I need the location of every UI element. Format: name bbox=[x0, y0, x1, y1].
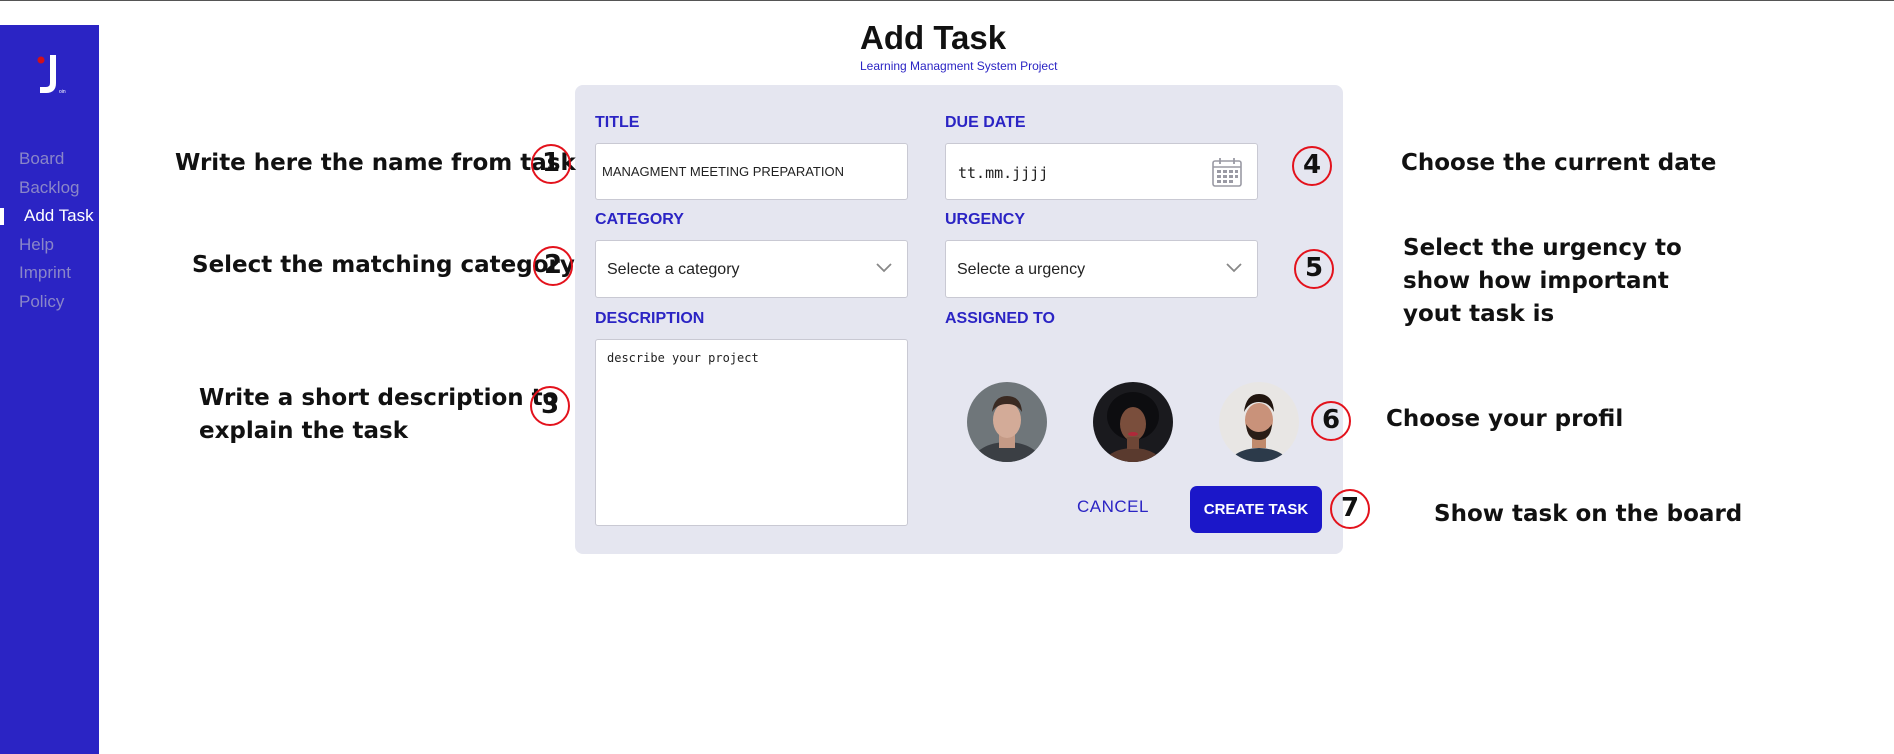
chevron-down-icon bbox=[1226, 263, 1242, 273]
sidebar-item-add-task[interactable]: Add Task bbox=[0, 202, 99, 231]
chevron-down-icon bbox=[876, 263, 892, 273]
annotation-5-line-1: Select the urgency to bbox=[1403, 235, 1682, 261]
description-textarea[interactable]: describe your project bbox=[595, 339, 908, 526]
sidebar-item-imprint[interactable]: Imprint bbox=[0, 259, 99, 288]
category-select[interactable]: Selecte a category bbox=[595, 240, 908, 298]
annotation-2-text: Select the matching category bbox=[192, 252, 575, 278]
annotation-3-line-1: Write a short description to bbox=[199, 385, 559, 411]
annotation-4-text: Choose the current date bbox=[1401, 150, 1717, 176]
calendar-icon[interactable] bbox=[1211, 156, 1243, 188]
cancel-button[interactable]: CANCEL bbox=[1077, 497, 1149, 517]
title-input-value: MANAGMENT MEETING PREPARATION bbox=[602, 164, 844, 179]
category-select-value: Selecte a category bbox=[607, 261, 740, 278]
annotation-6-text: Choose your profil bbox=[1386, 406, 1624, 432]
description-placeholder: describe your project bbox=[607, 351, 759, 365]
annotation-7-marker: 7 bbox=[1330, 489, 1370, 529]
avatar-user-3[interactable] bbox=[1219, 382, 1299, 462]
description-label: DESCRIPTION bbox=[595, 310, 705, 327]
avatar-user-1[interactable] bbox=[967, 382, 1047, 462]
urgency-select-value: Selecte a urgency bbox=[957, 261, 1086, 278]
sidebar-nav: Board Backlog Add Task Help Imprint Poli… bbox=[0, 145, 99, 316]
annotation-5-line-3: yout task is bbox=[1403, 301, 1555, 327]
annotation-6-marker: 6 bbox=[1311, 401, 1351, 441]
due-date-input[interactable]: tt.mm.jjjj bbox=[945, 143, 1258, 200]
title-label: TITLE bbox=[595, 114, 640, 131]
annotation-5-text: Select the urgency to show how important… bbox=[1403, 232, 1682, 331]
sidebar-item-help[interactable]: Help bbox=[0, 231, 99, 260]
annotation-3-marker: 3 bbox=[530, 386, 570, 426]
due-date-placeholder: tt.mm.jjjj bbox=[958, 164, 1049, 182]
category-label: CATEGORY bbox=[595, 211, 684, 228]
title-input[interactable]: MANAGMENT MEETING PREPARATION bbox=[595, 143, 908, 200]
sidebar-item-policy[interactable]: Policy bbox=[0, 288, 99, 317]
urgency-select[interactable]: Selecte a urgency bbox=[945, 240, 1258, 298]
sidebar: oin Board Backlog Add Task Help Imprint … bbox=[0, 25, 99, 754]
logo-small-text: oin bbox=[59, 89, 66, 95]
annotation-5-line-2: show how important bbox=[1403, 268, 1669, 294]
assigned-to-label: ASSIGNED TO bbox=[945, 310, 1055, 327]
join-logo: oin bbox=[37, 55, 66, 95]
annotation-2-marker: 2 bbox=[533, 246, 573, 286]
annotation-7-text: Show task on the board bbox=[1434, 501, 1743, 527]
annotation-4-marker: 4 bbox=[1292, 146, 1332, 186]
annotation-1-text: Write here the name from task bbox=[175, 150, 576, 176]
sidebar-item-board[interactable]: Board bbox=[0, 145, 99, 174]
annotation-3-text: Write a short description to explain the… bbox=[199, 382, 558, 448]
page-subtitle: Learning Managment System Project bbox=[860, 59, 1058, 73]
urgency-label: URGENCY bbox=[945, 211, 1026, 228]
due-date-label: DUE DATE bbox=[945, 114, 1026, 131]
page-title: Add Task bbox=[860, 19, 1007, 56]
annotation-1-marker: 1 bbox=[531, 144, 571, 184]
annotation-3-line-2: explain the task bbox=[199, 418, 409, 444]
annotation-5-marker: 5 bbox=[1294, 249, 1334, 289]
avatar-user-2[interactable] bbox=[1093, 382, 1173, 462]
create-task-button[interactable]: CREATE TASK bbox=[1190, 486, 1322, 533]
sidebar-item-backlog[interactable]: Backlog bbox=[0, 174, 99, 203]
